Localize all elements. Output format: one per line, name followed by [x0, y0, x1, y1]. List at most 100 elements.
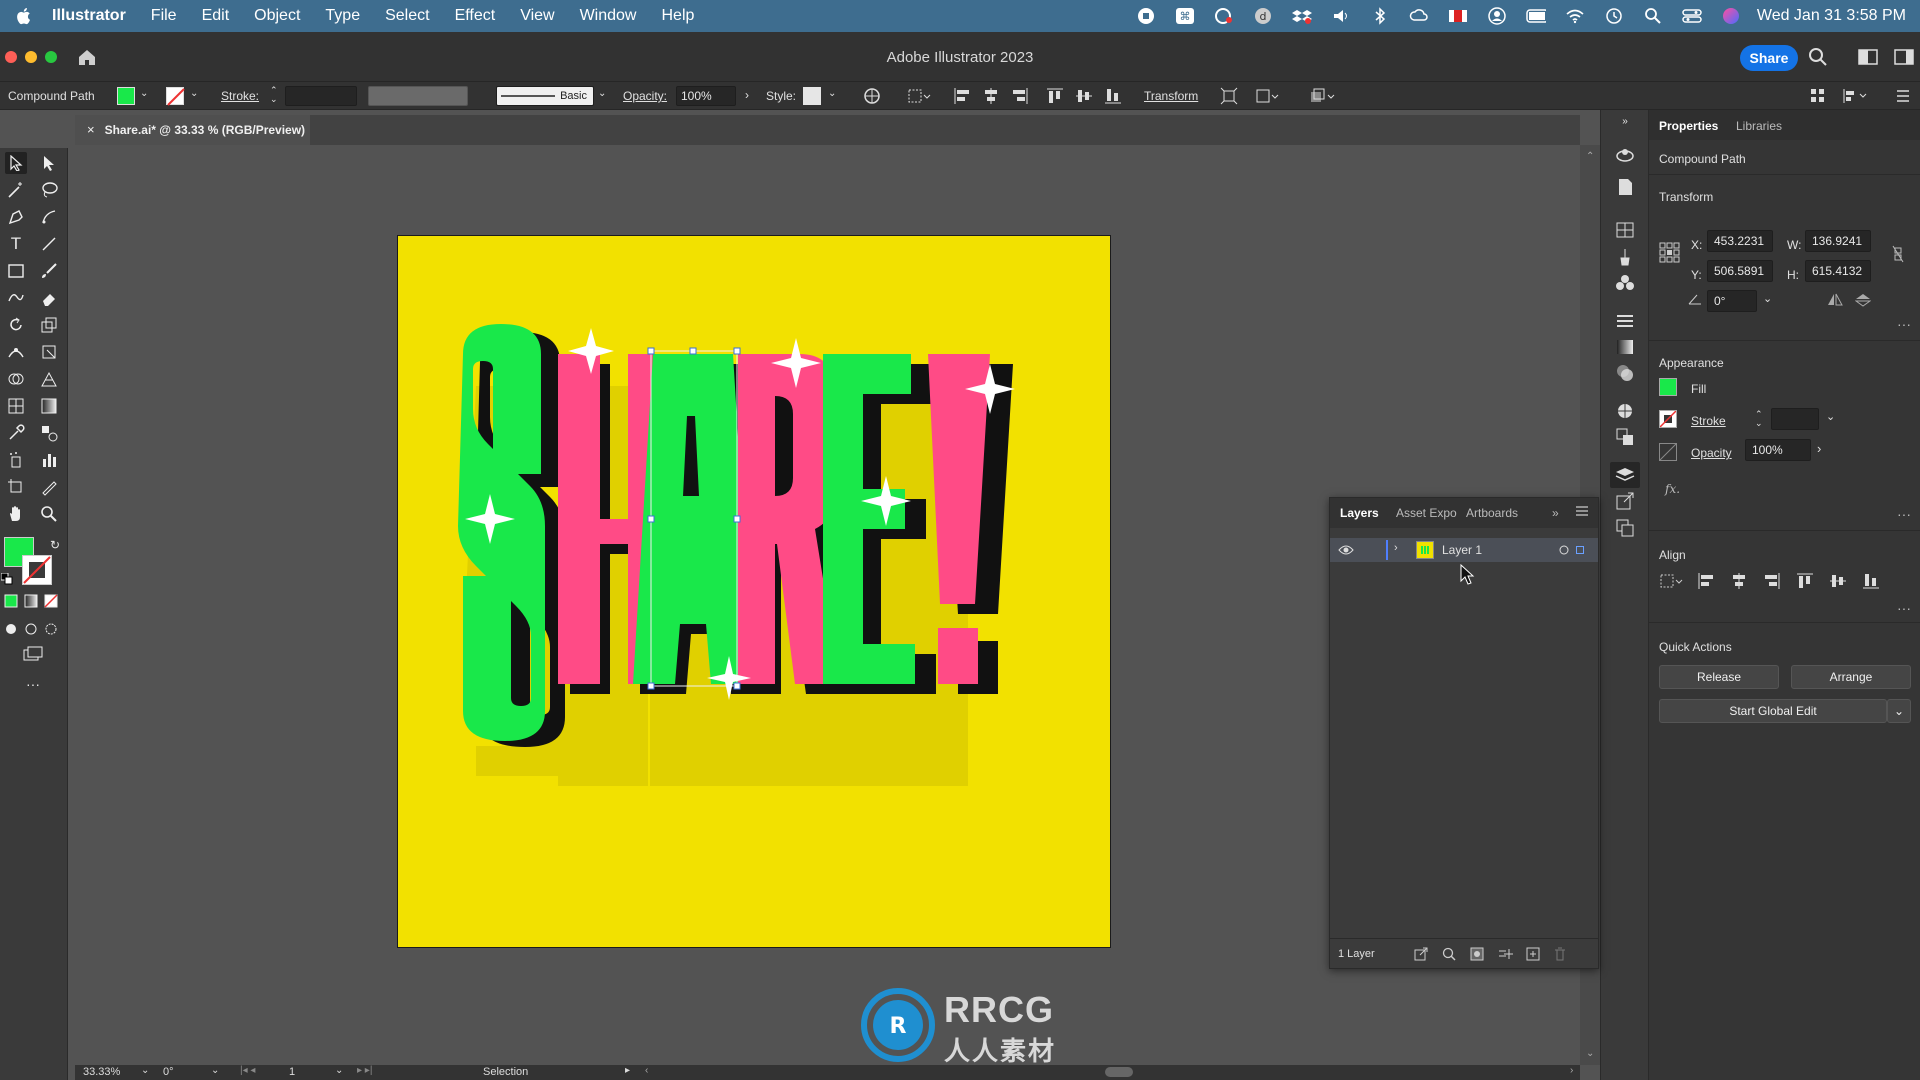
- flip-vertical-icon[interactable]: [1854, 293, 1872, 307]
- constrain-proportions-icon[interactable]: [1891, 245, 1905, 263]
- fx-button[interactable]: fx.: [1665, 482, 1680, 496]
- spotlight-search-icon[interactable]: [1643, 6, 1663, 26]
- command-key-icon[interactable]: ⌘: [1175, 6, 1195, 26]
- wifi-icon[interactable]: [1565, 6, 1585, 26]
- align-bottom-icon[interactable]: [1862, 572, 1880, 590]
- document-info-icon[interactable]: [1614, 176, 1636, 198]
- horizontal-scrollbar-thumb[interactable]: [1105, 1067, 1133, 1077]
- align-middle-v-icon[interactable]: [1075, 87, 1093, 105]
- stroke-swatch[interactable]: [1659, 410, 1677, 428]
- menu-window[interactable]: Window: [580, 7, 637, 25]
- recolor-artwork-icon[interactable]: [863, 87, 881, 105]
- stroke-weight-stepper[interactable]: ⌃ ⌄: [1755, 410, 1763, 428]
- pen-tool-icon[interactable]: [5, 206, 27, 228]
- puppet-warp-icon[interactable]: [1255, 87, 1281, 105]
- rotation-value[interactable]: 0°: [163, 1066, 174, 1078]
- selection-square-icon[interactable]: [1576, 546, 1584, 554]
- create-new-layer-icon[interactable]: [1526, 947, 1540, 964]
- menu-app-name[interactable]: Illustrator: [52, 7, 126, 25]
- gradient-tool-icon[interactable]: [38, 395, 60, 417]
- create-sublayer-icon[interactable]: [1498, 947, 1514, 964]
- dropbox-icon[interactable]: [1291, 6, 1312, 26]
- export-for-screens-icon[interactable]: [1414, 947, 1428, 964]
- stroke-weight-field[interactable]: [1771, 408, 1819, 430]
- creative-cloud-icon[interactable]: [1214, 6, 1234, 26]
- align-right-icon[interactable]: [1763, 572, 1781, 590]
- control-center-icon[interactable]: [1682, 6, 1702, 26]
- reference-point-icon[interactable]: [1659, 242, 1681, 264]
- assets-icon[interactable]: [1614, 144, 1636, 166]
- draw-inside-icon[interactable]: [40, 618, 62, 640]
- align-middle-v-icon[interactable]: [1829, 572, 1847, 590]
- panel-grid-icon[interactable]: [1810, 88, 1826, 104]
- opacity-label[interactable]: Opacity: [1691, 446, 1732, 460]
- opacity-field[interactable]: 100%: [676, 86, 736, 106]
- scale-tool-icon[interactable]: [38, 314, 60, 336]
- menu-type[interactable]: Type: [325, 7, 360, 25]
- color-mode-icon[interactable]: [0, 590, 22, 612]
- tab-properties[interactable]: Properties: [1659, 119, 1718, 133]
- next-artboard-icon[interactable]: ▸ ▸|: [357, 1065, 372, 1076]
- x-field[interactable]: 453.2231: [1707, 230, 1773, 252]
- column-graph-tool-icon[interactable]: [38, 449, 60, 471]
- rectangle-tool-icon[interactable]: [5, 260, 27, 282]
- locate-object-icon[interactable]: [1442, 947, 1456, 964]
- user-account-icon[interactable]: [1487, 6, 1507, 26]
- artboards-icon[interactable]: [1614, 517, 1636, 539]
- align-top-icon[interactable]: [1796, 572, 1814, 590]
- graphic-styles-icon[interactable]: [1614, 426, 1636, 448]
- export-asset-icon[interactable]: [1614, 490, 1636, 512]
- apple-logo-icon[interactable]: [14, 6, 34, 26]
- chevron-down-icon[interactable]: ⌄: [140, 88, 148, 99]
- h-field[interactable]: 615.4132: [1805, 260, 1871, 282]
- align-center-h-icon[interactable]: [982, 87, 1000, 105]
- flag-icon[interactable]: [1448, 6, 1468, 26]
- artboard[interactable]: [397, 235, 1111, 948]
- control-menu-icon[interactable]: [1895, 88, 1911, 104]
- symbol-sprayer-tool-icon[interactable]: [5, 449, 27, 471]
- collapse-dock-icon[interactable]: »: [1614, 110, 1636, 132]
- align-bottom-icon[interactable]: [1104, 87, 1122, 105]
- brushes-icon[interactable]: [1614, 246, 1636, 268]
- layers-icon[interactable]: [1610, 462, 1640, 488]
- y-field[interactable]: 506.5891: [1707, 260, 1773, 282]
- stroke-swatch[interactable]: [166, 87, 185, 106]
- mesh-tool-icon[interactable]: [5, 395, 27, 417]
- menu-clock[interactable]: Wed Jan 31 3:58 PM: [1757, 7, 1906, 25]
- volume-icon[interactable]: [1331, 6, 1351, 26]
- siri-icon[interactable]: [1721, 6, 1741, 26]
- screen-mode-icon[interactable]: [22, 643, 44, 665]
- first-artboard-icon[interactable]: |◂ ◂: [240, 1065, 255, 1076]
- more-options-icon[interactable]: ···: [1897, 316, 1911, 332]
- transform-link[interactable]: Transform: [1144, 89, 1198, 103]
- make-clipping-mask-icon[interactable]: [1470, 947, 1484, 964]
- lasso-tool-icon[interactable]: [38, 179, 60, 201]
- w-field[interactable]: 136.9241: [1805, 230, 1871, 252]
- layer-row[interactable]: › Layer 1: [1330, 538, 1598, 562]
- artboard-number[interactable]: 1: [289, 1066, 295, 1078]
- stroke-label[interactable]: Stroke:: [221, 89, 259, 103]
- fill-swatch[interactable]: [117, 87, 135, 105]
- d-app-icon[interactable]: d: [1253, 6, 1273, 26]
- align-top-icon[interactable]: [1046, 87, 1064, 105]
- tab-layers[interactable]: Layers: [1340, 506, 1379, 520]
- expand-layer-icon[interactable]: ›: [1394, 542, 1398, 554]
- tab-artboards[interactable]: Artboards: [1466, 506, 1518, 520]
- panel-menu-icon[interactable]: [1575, 504, 1589, 521]
- menu-help[interactable]: Help: [661, 7, 694, 25]
- stroke-panel-icon[interactable]: [1614, 310, 1636, 332]
- none-mode-icon[interactable]: [40, 590, 62, 612]
- isolate-object-icon[interactable]: [1220, 87, 1238, 105]
- stop-recording-icon[interactable]: [1136, 6, 1156, 26]
- target-circle-icon[interactable]: [1558, 544, 1570, 556]
- start-global-edit-button[interactable]: Start Global Edit: [1659, 699, 1887, 723]
- stroke-weight-stepper[interactable]: ⌃ ⌄: [270, 86, 278, 104]
- eyedropper-tool-icon[interactable]: [5, 422, 27, 444]
- workspace-switcher-icon[interactable]: [1894, 49, 1914, 65]
- search-icon[interactable]: [1808, 47, 1828, 67]
- chevron-down-icon[interactable]: ⌄: [335, 1065, 343, 1076]
- opacity-field[interactable]: 100%: [1745, 439, 1811, 461]
- chevron-down-icon[interactable]: ⌄: [828, 88, 836, 99]
- zoom-level[interactable]: 33.33%: [83, 1066, 120, 1078]
- swatches-grid-icon[interactable]: [1614, 219, 1636, 241]
